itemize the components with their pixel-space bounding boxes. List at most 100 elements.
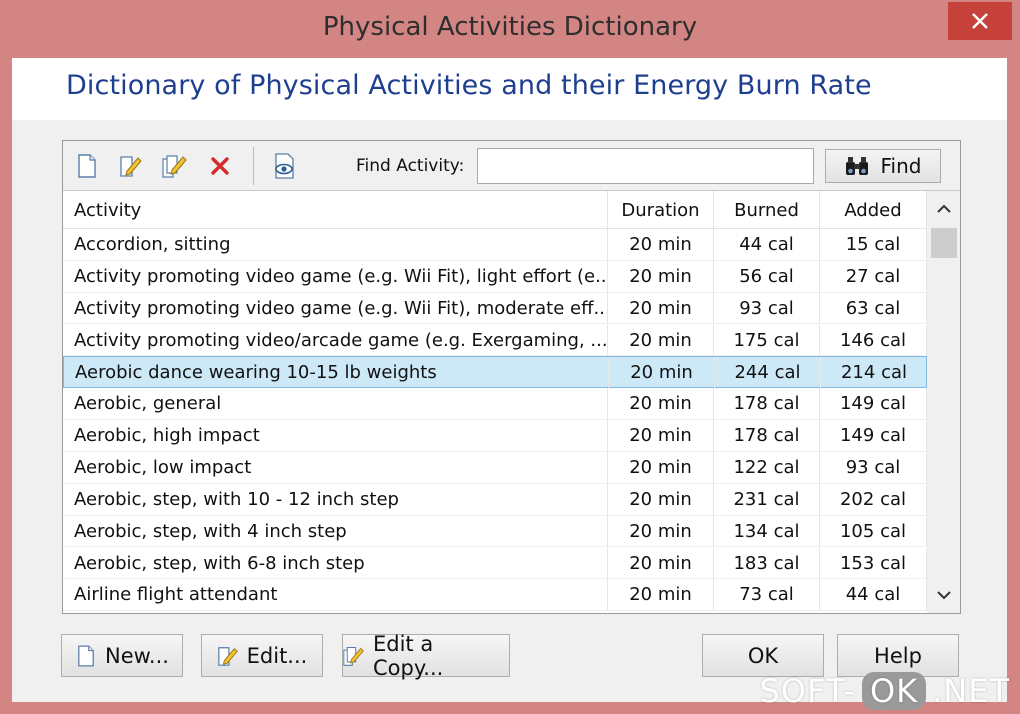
delete-icon[interactable] [206, 152, 234, 180]
scroll-thumb[interactable] [931, 228, 957, 258]
table-row[interactable]: Aerobic, step, with 10 - 12 inch step 20 … [63, 483, 927, 516]
edit-copy-button[interactable]: Edit a Copy... [342, 631, 510, 680]
edit-copy-button-label: Edit a Copy... [373, 631, 444, 680]
window-title: Physical Activities Dictionary [322, 12, 698, 42]
table-row[interactable]: Activity promoting video game (e.g. Wii … [63, 292, 927, 325]
scroll-up-button[interactable] [927, 191, 960, 227]
table-row[interactable]: Aerobic, low impact 20 min 122 cal 93 cal [63, 451, 927, 484]
help-button[interactable]: Help [837, 634, 959, 677]
table-row[interactable]: Aerobic dance wearing 10-15 lb weights 20… [63, 356, 927, 389]
header-band: Dictionary of Physical Activities and th… [12, 58, 1007, 120]
table-row[interactable]: Activity promoting video game (e.g. Wii … [63, 260, 927, 293]
activities-table[interactable]: Activity Duration Burned Added Accordion… [63, 191, 927, 613]
cell-duration: 20 min [608, 579, 714, 611]
column-header-burned[interactable]: Burned [714, 191, 820, 229]
table-row[interactable]: Activity promoting video/arcade game (e.… [63, 324, 927, 357]
page-title: Dictionary of Physical Activities and th… [66, 70, 872, 101]
dialog-window: Physical Activities Dictionary Dictionar… [0, 0, 1020, 714]
new-document-icon[interactable] [73, 152, 101, 180]
cell-added: 27 cal [820, 260, 927, 292]
cell-added: 149 cal [820, 420, 927, 452]
table-row[interactable]: Accordion, sitting 20 min 44 cal 15 cal [63, 229, 927, 261]
cell-activity: Airline flight attendant [63, 579, 608, 611]
close-icon [972, 13, 988, 29]
column-header-duration[interactable]: Duration [608, 191, 714, 229]
cell-burned: 183 cal [714, 547, 820, 579]
cell-duration: 20 min [608, 515, 714, 547]
watermark-left: SOFT- [759, 672, 856, 710]
edit-copy-icon [343, 644, 365, 668]
cell-added: 15 cal [820, 229, 927, 260]
cell-burned: 134 cal [714, 515, 820, 547]
table-row[interactable]: Aerobic, general 20 min 178 cal 149 cal [63, 388, 927, 421]
edit-button-label: Edit... [246, 643, 308, 668]
cell-added: 44 cal [820, 579, 927, 611]
cell-activity: Accordion, sitting [63, 229, 608, 260]
table-row[interactable]: Aerobic, high impact 20 min 178 cal 149 cal [63, 420, 927, 452]
close-button[interactable] [948, 2, 1012, 40]
column-header-activity[interactable]: Activity [63, 191, 608, 229]
cell-activity: Activity promoting video game (e.g. Wii … [63, 260, 608, 292]
cell-activity: Aerobic, general [63, 388, 608, 420]
cell-duration: 20 min [608, 451, 714, 483]
cell-duration: 20 min [608, 229, 714, 260]
table-row[interactable]: Aerobic, step, with 6-8 inch step 20 min 1… [63, 547, 927, 580]
cell-added: 63 cal [820, 292, 927, 324]
cell-duration: 20 min [608, 260, 714, 292]
cell-burned: 244 cal [715, 357, 821, 389]
edit-icon [217, 644, 239, 668]
cell-added: 153 cal [820, 547, 927, 579]
cell-activity: Aerobic, step, with 10 - 12 inch step [63, 483, 608, 515]
cell-duration: 20 min [608, 547, 714, 579]
cell-burned: 93 cal [714, 292, 820, 324]
activities-panel: Find Activity: Find Activity Duration Bu… [62, 140, 961, 614]
cell-added: 105 cal [820, 515, 927, 547]
cell-burned: 231 cal [714, 483, 820, 515]
cell-activity: Aerobic, step, with 6-8 inch step [63, 547, 608, 579]
edit-button[interactable]: Edit... [201, 634, 323, 677]
cell-burned: 44 cal [714, 229, 820, 260]
watermark-pill: OK [861, 672, 927, 710]
vertical-scrollbar[interactable] [927, 191, 960, 613]
cell-burned: 175 cal [714, 324, 820, 356]
ok-button[interactable]: OK [702, 634, 824, 677]
cell-duration: 20 min [608, 420, 714, 452]
dialog-client-area: Dictionary of Physical Activities and th… [12, 58, 1007, 702]
view-icon[interactable] [270, 152, 298, 180]
cell-burned: 56 cal [714, 260, 820, 292]
new-document-icon [75, 644, 97, 668]
chevron-up-icon [936, 204, 951, 213]
table-row[interactable]: Airline flight attendant 20 min 73 cal 44 c… [63, 579, 927, 612]
new-button[interactable]: New... [61, 634, 183, 677]
cell-duration: 20 min [608, 292, 714, 324]
help-button-label: Help [874, 643, 922, 668]
cell-burned: 122 cal [714, 451, 820, 483]
cell-burned: 73 cal [714, 579, 820, 611]
edit-icon[interactable] [117, 152, 145, 180]
cell-duration: 20 min [608, 324, 714, 356]
cell-activity: Aerobic, high impact [63, 420, 608, 452]
new-button-label: New... [105, 643, 169, 668]
cell-added: 146 cal [820, 324, 927, 356]
table-row[interactable]: Aerobic, step, with 4 inch step 20 min 134… [63, 515, 927, 548]
scroll-down-button[interactable] [927, 577, 960, 613]
cell-added: 149 cal [820, 388, 927, 420]
ok-button-label: OK [747, 643, 779, 668]
find-button[interactable]: Find [825, 149, 941, 183]
edit-copy-icon[interactable] [161, 152, 189, 180]
cell-added: 93 cal [820, 451, 927, 483]
cell-duration: 20 min [608, 483, 714, 515]
find-activity-input[interactable] [477, 148, 814, 184]
cell-activity: Aerobic dance wearing 10-15 lb weights [64, 357, 609, 389]
table-header: Activity Duration Burned Added [63, 191, 927, 229]
column-header-added[interactable]: Added [820, 191, 927, 229]
find-button-label: Find [880, 154, 922, 178]
binoculars-icon [845, 157, 868, 175]
cell-added: 214 cal [821, 357, 927, 388]
title-bar[interactable]: Physical Activities Dictionary [0, 0, 1020, 58]
cell-burned: 178 cal [714, 420, 820, 452]
cell-activity: Activity promoting video game (e.g. Wii … [63, 292, 608, 324]
cell-activity: Activity promoting video/arcade game (e.… [63, 324, 608, 356]
toolbar: Find Activity: Find [63, 141, 960, 191]
cell-duration: 20 min [609, 357, 715, 389]
